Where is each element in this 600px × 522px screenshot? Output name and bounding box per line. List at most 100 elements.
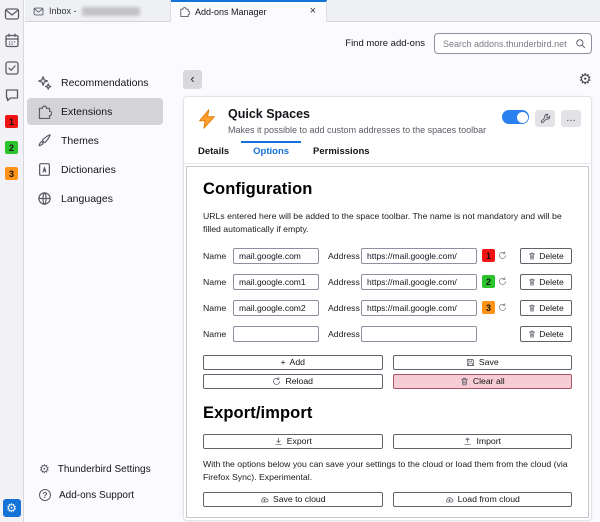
sidebar-item-label: Recommendations	[61, 77, 149, 89]
sidebar-item-recommendations[interactable]: Recommendations	[27, 69, 163, 96]
toggle-knob	[517, 112, 528, 123]
enable-toggle[interactable]	[502, 110, 529, 124]
more-options-button[interactable]: …	[561, 110, 581, 127]
sidebar-item-languages[interactable]: Languages	[27, 185, 163, 212]
add-button[interactable]: + Add	[203, 355, 383, 370]
address-input[interactable]	[361, 248, 477, 264]
spaces-settings-button[interactable]: ⚙	[3, 499, 21, 517]
address-label: Address	[328, 329, 361, 339]
tab-inbox-label: Inbox -	[49, 6, 77, 16]
sidebar-item-extensions[interactable]: Extensions	[27, 98, 163, 125]
name-label: Name	[203, 277, 233, 287]
save-button[interactable]: Save	[393, 355, 573, 370]
save-label: Save	[479, 357, 499, 367]
sidebar-item-label: Extensions	[61, 106, 112, 118]
export-button[interactable]: Export	[203, 434, 383, 449]
upload-icon	[463, 437, 472, 446]
name-input[interactable]	[233, 274, 319, 290]
preferences-wrench-button[interactable]	[535, 110, 555, 127]
save-to-cloud-button[interactable]: Save to cloud	[203, 492, 383, 507]
main-panel: Find more add-ons ‹ ⚙ Quick Spaces Makes…	[165, 22, 600, 522]
sidebar-item-dictionaries[interactable]: Dictionaries	[27, 156, 163, 183]
refresh-favicon-icon[interactable]	[498, 277, 507, 286]
clear-all-button[interactable]: Clear all	[393, 374, 573, 389]
delete-label: Delete	[539, 303, 564, 313]
load-from-cloud-label: Load from cloud	[458, 494, 520, 504]
addons-support-link[interactable]: ? Add-ons Support	[27, 482, 163, 508]
spaces-toolbar: 1 2 3 ⚙	[0, 0, 24, 522]
mail-space-button[interactable]	[4, 6, 20, 22]
chat-space-button[interactable]	[4, 87, 20, 103]
tasks-space-button[interactable]	[4, 60, 20, 76]
delete-button[interactable]: Delete	[520, 300, 572, 316]
custom-space-3[interactable]: 3	[5, 167, 18, 180]
addons-search-input[interactable]	[434, 33, 592, 54]
tab-inbox[interactable]: Inbox -	[25, 0, 171, 22]
save-to-cloud-label: Save to cloud	[273, 494, 326, 504]
plus-icon: +	[280, 357, 285, 367]
page-options-gear-icon[interactable]: ⚙	[579, 72, 592, 87]
addon-title: Quick Spaces	[228, 107, 492, 121]
import-label: Import	[476, 436, 501, 446]
puzzle-icon	[37, 104, 52, 119]
gear-icon: ⚙	[39, 463, 50, 475]
favicon-badge-2: 2	[482, 275, 495, 288]
address-input[interactable]	[361, 300, 477, 316]
custom-space-1[interactable]: 1	[5, 115, 18, 128]
book-icon	[37, 162, 52, 177]
trash-icon	[528, 252, 536, 260]
help-icon: ?	[39, 489, 51, 501]
tab-options[interactable]: Options	[241, 141, 301, 163]
globe-icon	[37, 191, 52, 206]
search-box	[434, 33, 592, 54]
export-label: Export	[287, 436, 312, 446]
thunderbird-settings-link[interactable]: ⚙ Thunderbird Settings	[27, 456, 163, 482]
favicon-badge-1: 1	[482, 249, 495, 262]
refresh-favicon-icon[interactable]	[498, 303, 507, 312]
cloud-upload-icon	[260, 495, 269, 504]
trash-icon	[528, 304, 536, 312]
find-more-addons-label: Find more add-ons	[345, 38, 425, 49]
clear-all-label: Clear all	[473, 376, 505, 386]
address-label: Address	[328, 251, 361, 261]
tab-permissions[interactable]: Permissions	[301, 141, 382, 163]
cloud-buttons: Save to cloud Load from cloud	[203, 492, 572, 507]
delete-button[interactable]: Delete	[520, 248, 572, 264]
reload-button[interactable]: Reload	[203, 374, 383, 389]
addon-card-text: Quick Spaces Makes it possible to add cu…	[228, 107, 492, 135]
refresh-favicon-icon[interactable]	[498, 251, 507, 260]
brush-icon	[37, 133, 52, 148]
search-icon	[575, 38, 586, 49]
quick-spaces-logo-icon	[196, 108, 218, 130]
cloud-description: With the options below you can save your…	[203, 458, 572, 485]
space-row: Name Address 1 Delete	[203, 248, 572, 264]
options-page: Configuration URLs entered here will be …	[186, 166, 589, 518]
custom-space-2[interactable]: 2	[5, 141, 18, 154]
name-label: Name	[203, 251, 233, 261]
favicon-badge-3: 3	[482, 301, 495, 314]
calendar-space-button[interactable]	[4, 33, 20, 49]
address-input[interactable]	[361, 274, 477, 290]
delete-button[interactable]: Delete	[520, 326, 572, 342]
detail-nav-row: ‹ ⚙	[183, 70, 592, 89]
import-button[interactable]: Import	[393, 434, 573, 449]
addon-detail-card: Quick Spaces Makes it possible to add cu…	[183, 96, 592, 521]
delete-label: Delete	[539, 329, 564, 339]
address-input[interactable]	[361, 326, 477, 342]
name-input[interactable]	[233, 326, 319, 342]
configuration-description: URLs entered here will be added to the s…	[203, 210, 572, 237]
search-row: Find more add-ons	[183, 33, 592, 54]
addon-controls: …	[502, 110, 581, 135]
back-button[interactable]: ‹	[183, 70, 202, 89]
tab-close-icon[interactable]: ×	[308, 5, 318, 18]
sidebar-item-themes[interactable]: Themes	[27, 127, 163, 154]
reload-label: Reload	[285, 376, 313, 386]
tab-addons-manager[interactable]: Add-ons Manager ×	[171, 0, 327, 22]
name-input[interactable]	[233, 248, 319, 264]
name-input[interactable]	[233, 300, 319, 316]
save-icon	[466, 358, 475, 367]
download-icon	[274, 437, 283, 446]
load-from-cloud-button[interactable]: Load from cloud	[393, 492, 573, 507]
delete-button[interactable]: Delete	[520, 274, 572, 290]
tab-details[interactable]: Details	[186, 141, 241, 163]
